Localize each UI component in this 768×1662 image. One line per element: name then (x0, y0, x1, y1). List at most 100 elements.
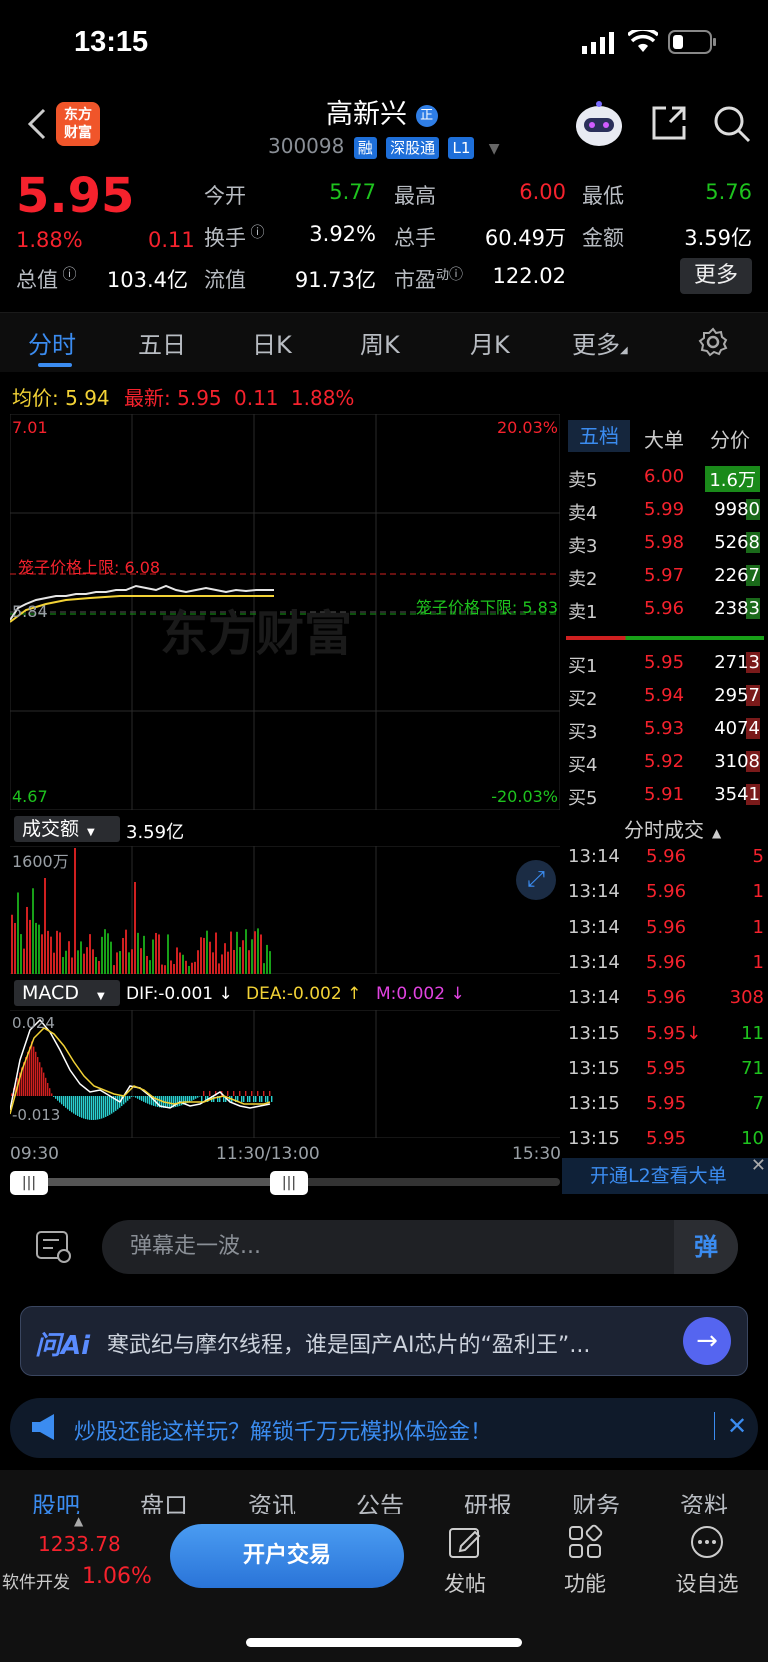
level-volume: 3108 (714, 751, 760, 772)
add-watchlist-button[interactable]: 设自选 (672, 1524, 742, 1598)
sector-name[interactable]: 软件开发 (2, 1568, 70, 1593)
tab-big-orders[interactable]: 大单 (644, 424, 684, 453)
volume-bar (38, 924, 40, 974)
macd-bottom: -0.013 (12, 1106, 61, 1124)
more-button[interactable]: 更多 (680, 258, 752, 294)
range-handle-right[interactable]: ||| (270, 1171, 308, 1195)
megaphone-icon (28, 1412, 62, 1442)
share-icon[interactable] (650, 104, 688, 142)
volume-bar (74, 848, 76, 974)
function-button[interactable]: 功能 (560, 1524, 610, 1598)
back-button[interactable] (22, 104, 52, 144)
trade-volume: 11 (741, 1022, 764, 1044)
chevron-down-icon[interactable]: ▼ (489, 141, 500, 157)
close-icon[interactable]: ✕ (751, 1148, 766, 1184)
volume-bar (41, 934, 43, 974)
level-price: 5.98 (644, 532, 685, 553)
danmu-toggle-icon[interactable] (34, 1226, 74, 1266)
trade-row: 13:14 5.96 1 (560, 911, 768, 946)
arrow-right-icon[interactable]: → (683, 1317, 731, 1365)
level-label: 买4 (568, 755, 598, 776)
level-label: 卖5 (568, 470, 598, 491)
expand-icon[interactable]: ⤢ (516, 860, 556, 900)
open-account-button[interactable]: 开户交易 (170, 1524, 404, 1588)
home-indicator (246, 1638, 522, 1647)
price-chart[interactable]: 7.01 20.03% 4.67 -20.03% 5.84 笼子价格上限: 6.… (9, 413, 561, 811)
macd-bar (87, 1096, 89, 1120)
settings-gear-icon[interactable] (698, 327, 728, 357)
trade-time: 13:15 (568, 1128, 620, 1150)
trade-volume: 1 (752, 916, 764, 938)
mcap-label[interactable]: 总值 ⓘ (16, 264, 76, 294)
macd-bar (201, 1096, 203, 1102)
l2-banner[interactable]: 开通L2查看大单 ✕ (562, 1155, 768, 1194)
tab-monthly-k[interactable]: 月K (470, 325, 510, 360)
volume-bar (212, 952, 214, 974)
macd-bar (111, 1096, 113, 1114)
tab-five-levels[interactable]: 五档 (568, 420, 630, 452)
macd-bar (45, 1077, 47, 1096)
trade-volume: 308 (729, 987, 764, 1009)
volume-bar (263, 963, 265, 974)
trades-title[interactable]: 分时成交 ▲ (624, 814, 721, 843)
volume-bar (14, 922, 16, 974)
quote-panel: 5.95 1.88% 0.11 今开 5.77 最高 6.00 最低 5.76 … (0, 162, 768, 310)
macd-dropdown[interactable]: MACD ▼ (14, 980, 120, 1006)
volume-bar (98, 960, 100, 974)
post-button[interactable]: 发帖 (440, 1524, 490, 1598)
info-icon: ⓘ (449, 267, 464, 283)
sector-index-value[interactable]: 1233.78 (38, 1532, 121, 1556)
promo-close-icon[interactable]: ✕ (714, 1412, 747, 1440)
change-pct: 1.88% (16, 228, 83, 252)
volume-label: 总手 (394, 226, 436, 250)
volume-bar (65, 950, 67, 974)
volume-bar (176, 947, 178, 974)
volume-bar (62, 957, 64, 974)
volume-dropdown[interactable]: 成交额 ▼ (14, 816, 120, 842)
level-price: 5.94 (644, 685, 685, 706)
robot-avatar-icon[interactable] (574, 100, 624, 148)
volume-bar (179, 952, 181, 974)
pe-label[interactable]: 市盈动ⓘ (394, 264, 463, 294)
range-handle-left[interactable]: ||| (10, 1171, 48, 1195)
tab-more[interactable]: 更多◢ (572, 325, 628, 360)
ai-bar[interactable]: 问Ai 寒武纪与摩尔线程，谁是国产AI芯片的“盈利王”... → (20, 1306, 748, 1376)
level-volume: 5268 (714, 532, 760, 553)
macd-bar (47, 1083, 49, 1096)
tab-price-dist[interactable]: 分价 (710, 424, 750, 453)
volume-bar (266, 944, 268, 974)
macd-chart[interactable]: 0.024 -0.013 (9, 1009, 560, 1139)
volume-chart[interactable]: 1600万 ⤢ (10, 845, 560, 975)
search-icon[interactable] (712, 104, 752, 144)
tab-intraday[interactable]: 分时 (28, 325, 76, 360)
volume-bar (56, 930, 58, 974)
chart-mid-price: 5.84 (12, 602, 48, 621)
tab-daily-k[interactable]: 日K (252, 325, 292, 360)
turnover-label[interactable]: 换手 ⓘ (204, 222, 264, 252)
level-price: 5.97 (644, 565, 685, 586)
tab-five-day[interactable]: 五日 (138, 325, 186, 360)
trade-row: 13:15 5.95 71 (560, 1052, 768, 1087)
volume-bar (71, 957, 73, 974)
macd-bar (253, 1096, 255, 1102)
macd-bar (197, 1096, 199, 1098)
ask-row: 卖2 5.97 2267 (560, 561, 768, 593)
danmu-input[interactable]: 弹幕走一波... 弹 (102, 1220, 738, 1274)
macd-bar (67, 1096, 69, 1110)
volume-bar (119, 951, 121, 974)
level-label: 买1 (568, 656, 598, 677)
macd-top: 0.024 (12, 1014, 55, 1032)
high-value: 6.00 (519, 180, 566, 204)
level-volume: 1.6万 (705, 466, 760, 492)
volume-bar (227, 951, 229, 974)
volume-bar (188, 965, 190, 974)
time-start: 09:30 (10, 1144, 59, 1164)
macd-bar (61, 1096, 63, 1105)
ask-row: 卖1 5.96 2383 (560, 594, 768, 626)
app-logo[interactable]: 东方 财富 (56, 102, 100, 146)
trade-time: 13:14 (568, 846, 620, 867)
danmu-send-button[interactable]: 弹 (674, 1220, 738, 1274)
volume-bar (116, 952, 118, 974)
tab-weekly-k[interactable]: 周K (360, 325, 400, 360)
promo-bar[interactable]: 炒股还能这样玩？解锁千万元模拟体验金！ ✕ (10, 1398, 758, 1458)
